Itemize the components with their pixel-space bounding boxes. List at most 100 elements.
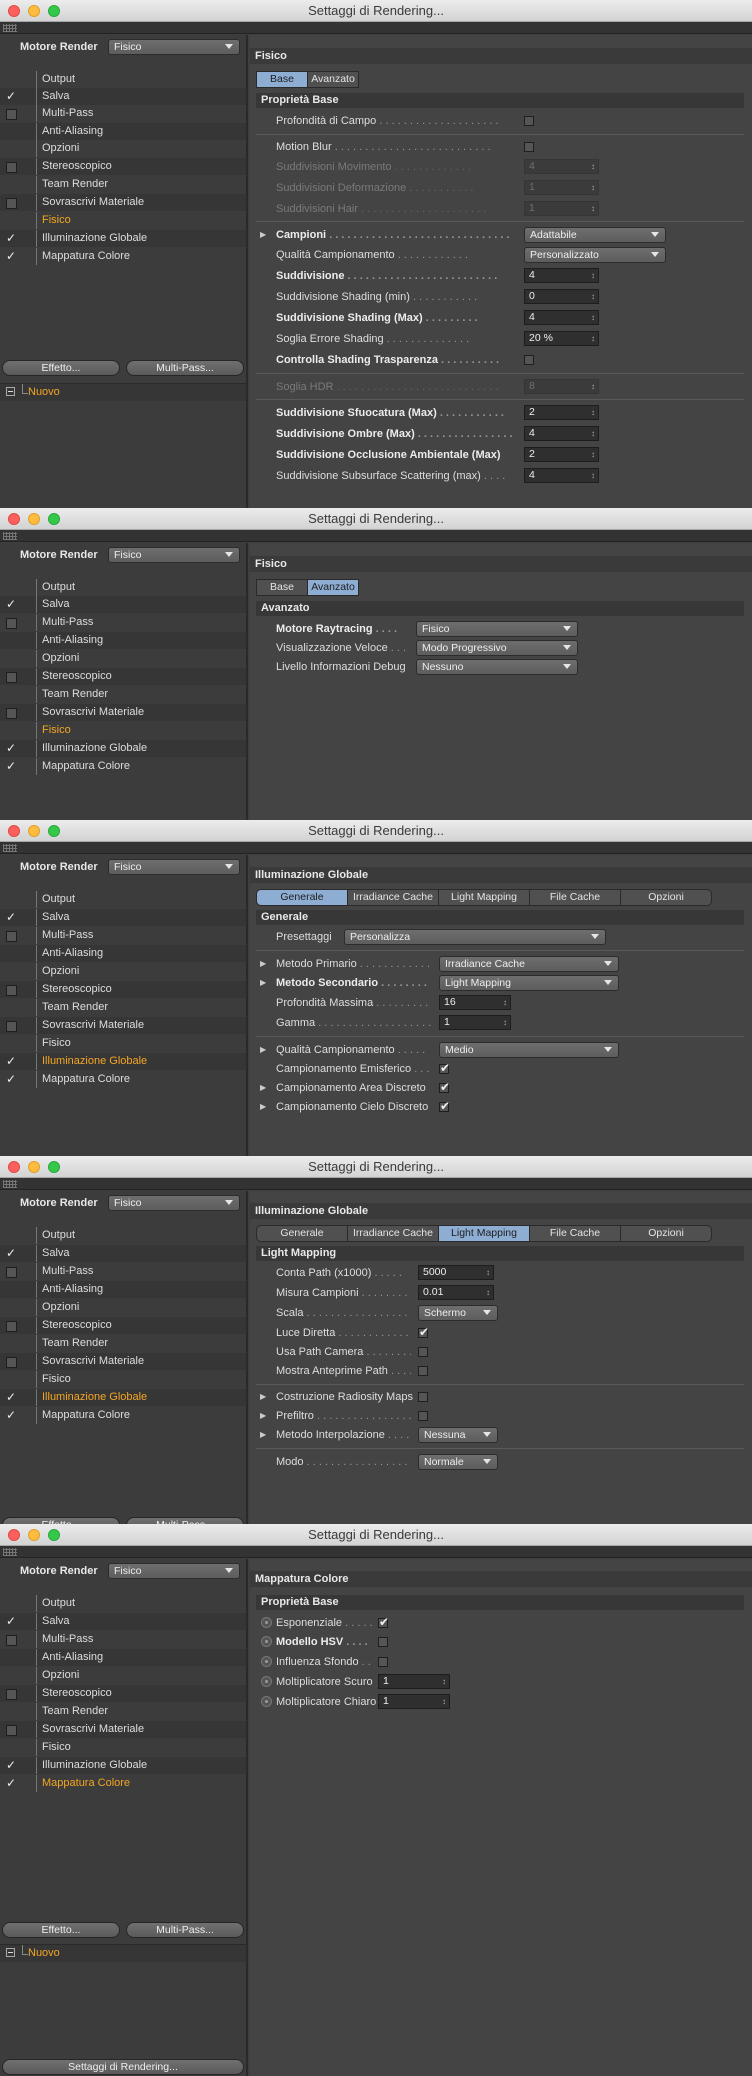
sidebar-item-sovrascrivi-materiale[interactable]: Sovrascrivi Materiale [0, 1017, 246, 1034]
suddivisioni-deformazione-field[interactable]: 1 [524, 180, 599, 195]
sidebar-item-output[interactable]: Output [0, 71, 246, 88]
close-icon[interactable] [8, 5, 20, 17]
tab-opzioni[interactable]: Opzioni [620, 889, 712, 906]
sidebar-item-illuminazione-globale[interactable]: ✓ Illuminazione Globale [0, 1053, 246, 1070]
soglia-errore-shading-field[interactable]: 20 % [524, 331, 599, 346]
tab-light-mapping[interactable]: Light Mapping [438, 1225, 530, 1242]
suddivisione-shading-min-field[interactable]: 0 [524, 289, 599, 304]
checkbox[interactable] [6, 1722, 18, 1736]
checkmark-icon[interactable]: ✓ [6, 89, 18, 103]
sidebar-item-fisico[interactable]: Fisico [0, 1371, 246, 1388]
grip-handle-icon[interactable] [0, 22, 752, 34]
suddivisione-subsurface-field[interactable]: 4 [524, 468, 599, 483]
zoom-icon[interactable] [48, 825, 60, 837]
tab-generale[interactable]: Generale [256, 889, 348, 906]
sidebar-item-opzioni[interactable]: Opzioni [0, 1667, 246, 1684]
minimize-icon[interactable] [28, 825, 40, 837]
sidebar-item-opzioni[interactable]: Opzioni [0, 963, 246, 980]
qualita-campionamento-dropdown[interactable]: Medio [439, 1042, 619, 1058]
sidebar-item-output[interactable]: Output [0, 1595, 246, 1612]
checkmark-icon[interactable]: ✓ [6, 1072, 18, 1086]
sidebar-item-multi-pass[interactable]: Multi-Pass [0, 614, 246, 631]
checkmark-icon[interactable]: ✓ [6, 597, 18, 611]
expand-arrow-icon[interactable]: ▶ [260, 956, 266, 972]
tab-file-cache[interactable]: File Cache [529, 1225, 621, 1242]
grip-handle-icon[interactable] [0, 1178, 752, 1190]
checkbox[interactable] [6, 1018, 18, 1032]
suddivisione-field[interactable]: 4 [524, 268, 599, 283]
sidebar-item-team-render[interactable]: Team Render [0, 686, 246, 703]
motore-render-dropdown[interactable]: Fisico [108, 859, 240, 875]
expand-arrow-icon[interactable]: ▶ [260, 1099, 266, 1115]
campionamento-area-checkbox[interactable] [439, 1080, 450, 1094]
sidebar-item-salva[interactable]: ✓ Salva [0, 1245, 246, 1262]
sidebar-item-stereoscopico[interactable]: Stereoscopico [0, 158, 246, 175]
sidebar-item-illuminazione-globale[interactable]: ✓ Illuminazione Globale [0, 1389, 246, 1406]
minimize-icon[interactable] [28, 1161, 40, 1173]
suddivisione-sfuocatura-field[interactable]: 2 [524, 405, 599, 420]
checkmark-icon[interactable]: ✓ [6, 759, 18, 773]
animation-radio-icon[interactable] [261, 1696, 272, 1707]
controlla-shading-trasparenza-checkbox[interactable] [524, 355, 534, 365]
sidebar-item-output[interactable]: Output [0, 579, 246, 596]
modo-dropdown[interactable]: Normale [418, 1454, 498, 1470]
checkbox[interactable] [6, 705, 18, 719]
esponenziale-checkbox[interactable] [378, 1615, 389, 1629]
sidebar-item-stereoscopico[interactable]: Stereoscopico [0, 1685, 246, 1702]
minimize-icon[interactable] [28, 5, 40, 17]
motore-render-dropdown[interactable]: Fisico [108, 1195, 240, 1211]
sidebar-item-team-render[interactable]: Team Render [0, 1703, 246, 1720]
checkbox[interactable] [6, 615, 18, 629]
expand-arrow-icon[interactable]: ▶ [260, 1042, 266, 1058]
expand-arrow-icon[interactable]: ▶ [260, 975, 266, 991]
checkbox[interactable] [6, 159, 18, 173]
expand-arrow-icon[interactable]: ▶ [260, 227, 266, 243]
scala-dropdown[interactable]: Schermo [418, 1305, 498, 1321]
motore-raytracing-dropdown[interactable]: Fisico [416, 621, 578, 637]
checkbox[interactable] [6, 982, 18, 996]
zoom-icon[interactable] [48, 5, 60, 17]
expand-arrow-icon[interactable]: ▶ [260, 1389, 266, 1405]
checkmark-icon[interactable]: ✓ [6, 741, 18, 755]
animation-radio-icon[interactable] [261, 1656, 272, 1667]
tab-irradiance-cache[interactable]: Irradiance Cache [347, 1225, 439, 1242]
expand-arrow-icon[interactable]: ▶ [260, 1080, 266, 1096]
sidebar-item-multi-pass[interactable]: Multi-Pass [0, 1631, 246, 1648]
suddivisioni-hair-field[interactable]: 1 [524, 201, 599, 216]
close-icon[interactable] [8, 1161, 20, 1173]
tab-base[interactable]: Base [256, 579, 308, 596]
minimize-icon[interactable] [28, 513, 40, 525]
sidebar-item-salva[interactable]: ✓ Salva [0, 909, 246, 926]
checkmark-icon[interactable]: ✓ [6, 1054, 18, 1068]
effetto-button[interactable]: Effetto... [2, 360, 120, 376]
costruzione-radiosity-checkbox[interactable] [418, 1392, 428, 1402]
multi-pass-button[interactable]: Multi-Pass... [126, 360, 244, 376]
usa-path-camera-checkbox[interactable] [418, 1347, 428, 1357]
sidebar-item-anti-aliasing[interactable]: Anti-Aliasing [0, 945, 246, 962]
misura-campioni-field[interactable]: 0.01 [418, 1285, 494, 1300]
tab-irradiance-cache[interactable]: Irradiance Cache [347, 889, 439, 906]
tab-file-cache[interactable]: File Cache [529, 889, 621, 906]
checkbox[interactable] [6, 195, 18, 209]
sidebar-item-stereoscopico[interactable]: Stereoscopico [0, 668, 246, 685]
checkmark-icon[interactable]: ✓ [6, 1408, 18, 1422]
expand-arrow-icon[interactable]: ▶ [260, 1408, 266, 1424]
grip-handle-icon[interactable] [0, 842, 752, 854]
effetto-button[interactable]: Effetto... [2, 1922, 120, 1938]
title-bar[interactable]: Settaggi di Rendering... [0, 1524, 752, 1546]
sidebar-item-salva[interactable]: ✓ Salva [0, 1613, 246, 1630]
close-icon[interactable] [8, 825, 20, 837]
checkmark-icon[interactable]: ✓ [6, 1246, 18, 1260]
sidebar-item-stereoscopico[interactable]: Stereoscopico [0, 981, 246, 998]
livello-debug-dropdown[interactable]: Nessuno [416, 659, 578, 675]
tab-avanzato[interactable]: Avanzato [307, 579, 359, 596]
sidebar-item-anti-aliasing[interactable]: Anti-Aliasing [0, 123, 246, 140]
sidebar-item-opzioni[interactable]: Opzioni [0, 140, 246, 157]
zoom-icon[interactable] [48, 1529, 60, 1541]
qualita-campionamento-dropdown[interactable]: Personalizzato [524, 247, 666, 263]
sidebar-item-fisico[interactable]: Fisico [0, 1739, 246, 1756]
tab-opzioni[interactable]: Opzioni [620, 1225, 712, 1242]
sidebar-item-fisico[interactable]: Fisico [0, 1035, 246, 1052]
checkmark-icon[interactable]: ✓ [6, 231, 18, 245]
checkmark-icon[interactable]: ✓ [6, 1776, 18, 1790]
